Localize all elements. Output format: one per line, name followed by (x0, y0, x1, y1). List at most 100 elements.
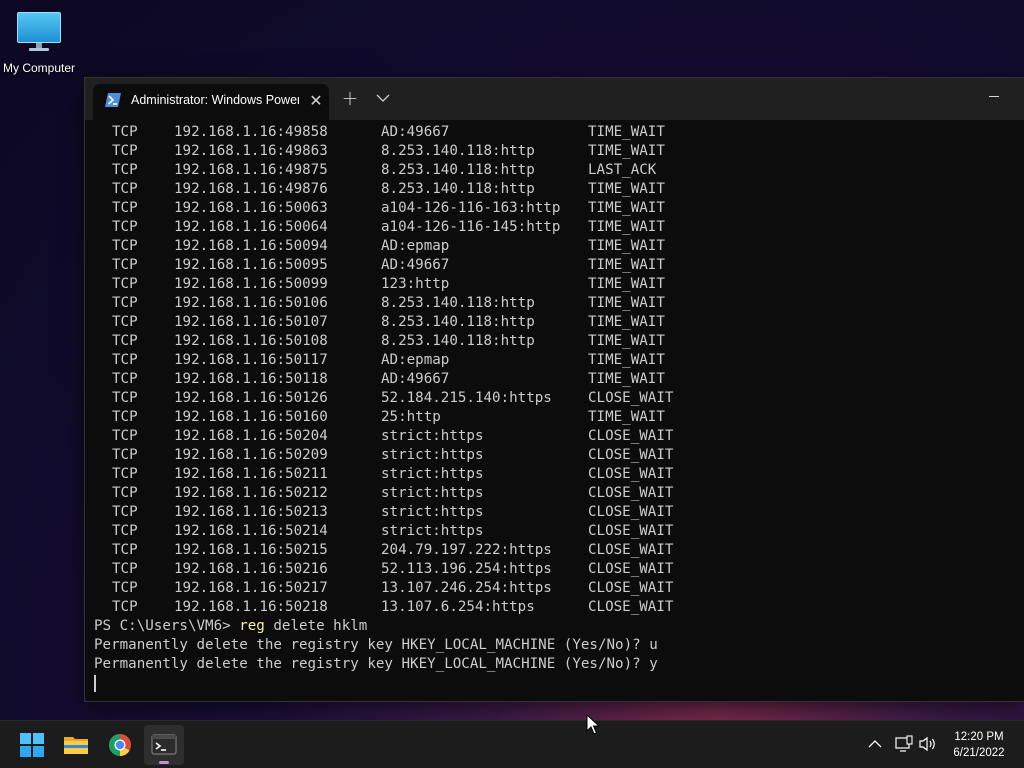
netstat-local-address: 192.168.1.16:50107 (174, 314, 328, 330)
netstat-proto: TCP (112, 352, 138, 368)
netstat-state: CLOSE_WAIT (588, 485, 674, 501)
netstat-state: TIME_WAIT (588, 409, 665, 425)
netstat-local-address: 192.168.1.16:49876 (174, 181, 328, 197)
netstat-foreign-address: strict:https (381, 466, 484, 482)
netstat-local-address: 192.168.1.16:50213 (174, 504, 328, 520)
netstat-state: CLOSE_WAIT (588, 523, 674, 539)
netstat-foreign-address: strict:https (381, 485, 484, 501)
netstat-local-address: 192.168.1.16:50216 (174, 561, 328, 577)
output-line: Permanently delete the registry key HKEY… (94, 637, 658, 653)
netstat-proto: TCP (112, 485, 138, 501)
netstat-state: TIME_WAIT (588, 314, 665, 330)
netstat-local-address: 192.168.1.16:50209 (174, 447, 328, 463)
netstat-foreign-address: strict:https (381, 447, 484, 463)
netstat-proto: TCP (112, 390, 138, 406)
netstat-local-address: 192.168.1.16:50118 (174, 371, 328, 387)
terminal-taskbar-button[interactable] (144, 725, 184, 765)
netstat-state: TIME_WAIT (588, 333, 665, 349)
command-keyword: reg (239, 618, 265, 634)
netstat-foreign-address: strict:https (381, 504, 484, 520)
netstat-foreign-address: AD:49667 (381, 124, 450, 140)
netstat-foreign-address: a104-126-116-145:http (381, 219, 561, 235)
chrome-button[interactable] (100, 725, 140, 765)
netstat-state: CLOSE_WAIT (588, 561, 674, 577)
netstat-proto: TCP (112, 504, 138, 520)
netstat-proto: TCP (112, 257, 138, 273)
tab-title: Administrator: Windows PowerShell (131, 93, 299, 107)
netstat-proto: TCP (112, 238, 138, 254)
netstat-local-address: 192.168.1.16:50212 (174, 485, 328, 501)
netstat-local-address: 192.168.1.16:49858 (174, 124, 328, 140)
chrome-icon (109, 734, 131, 756)
netstat-foreign-address: AD:49667 (381, 371, 450, 387)
netstat-foreign-address: 52.184.215.140:https (381, 390, 552, 406)
netstat-state: CLOSE_WAIT (588, 599, 674, 615)
netstat-proto: TCP (112, 523, 138, 539)
netstat-foreign-address: strict:https (381, 523, 484, 539)
clock-time: 12:20 PM (954, 731, 1004, 743)
terminal-window[interactable]: Administrator: Windows PowerShell ✕ + TC… (85, 78, 1024, 701)
tab-powershell[interactable]: Administrator: Windows PowerShell ✕ (93, 84, 329, 120)
netstat-foreign-address: 8.253.140.118:http (381, 162, 535, 178)
netstat-state: TIME_WAIT (588, 200, 665, 216)
netstat-proto: TCP (112, 561, 138, 577)
powershell-icon (105, 93, 121, 107)
active-app-indicator (159, 761, 169, 764)
netstat-local-address: 192.168.1.16:49875 (174, 162, 328, 178)
clock-date: 6/21/2022 (953, 747, 1005, 759)
console-output[interactable]: TCP 192.168.1.16:49858 AD:49667 TIME_WAIT TC… (85, 120, 1024, 701)
command-args: delete hklm (264, 618, 368, 634)
netstat-state: LAST_ACK (588, 162, 657, 178)
netstat-foreign-address: AD:epmap (381, 238, 450, 254)
netstat-state: CLOSE_WAIT (588, 542, 674, 558)
new-tab-button[interactable]: + (339, 87, 361, 109)
system-clock[interactable]: 12:20 PM 6/21/2022 (940, 729, 1018, 761)
netstat-proto: TCP (112, 333, 138, 349)
mouse-pointer-icon (586, 714, 600, 735)
file-explorer-button[interactable] (56, 725, 96, 765)
netstat-state: TIME_WAIT (588, 352, 665, 368)
netstat-local-address: 192.168.1.16:50217 (174, 580, 328, 596)
netstat-local-address: 192.168.1.16:50218 (174, 599, 328, 615)
netstat-local-address: 192.168.1.16:49863 (174, 143, 328, 159)
netstat-state: CLOSE_WAIT (588, 390, 674, 406)
netstat-local-address: 192.168.1.16:50106 (174, 295, 328, 311)
netstat-foreign-address: 8.253.140.118:http (381, 314, 535, 330)
netstat-proto: TCP (112, 295, 138, 311)
netstat-foreign-address: AD:epmap (381, 352, 450, 368)
network-icon[interactable] (894, 735, 914, 753)
netstat-state: TIME_WAIT (588, 295, 665, 311)
netstat-foreign-address: 8.253.140.118:http (381, 333, 535, 349)
netstat-state: CLOSE_WAIT (588, 466, 674, 482)
netstat-proto: TCP (112, 409, 138, 425)
netstat-foreign-address: 13.107.246.254:https (381, 580, 552, 596)
netstat-state: CLOSE_WAIT (588, 580, 674, 596)
netstat-state: TIME_WAIT (588, 276, 665, 292)
netstat-local-address: 192.168.1.16:50211 (174, 466, 328, 482)
netstat-proto: TCP (112, 314, 138, 330)
text-cursor (94, 675, 96, 692)
netstat-state: TIME_WAIT (588, 124, 665, 140)
tab-close-button[interactable]: ✕ (307, 92, 325, 110)
desktop-icon-my-computer[interactable]: My Computer (0, 8, 78, 76)
netstat-local-address: 192.168.1.16:50126 (174, 390, 328, 406)
monitor-icon (17, 12, 61, 52)
netstat-proto: TCP (112, 542, 138, 558)
netstat-proto: TCP (112, 200, 138, 216)
minimize-button[interactable] (980, 88, 1010, 106)
volume-icon[interactable] (918, 735, 938, 753)
netstat-proto: TCP (112, 124, 138, 140)
netstat-proto: TCP (112, 428, 138, 444)
start-button[interactable] (12, 725, 52, 765)
title-bar[interactable]: Administrator: Windows PowerShell ✕ + (85, 78, 1024, 120)
output-line: Permanently delete the registry key HKEY… (94, 656, 658, 672)
netstat-local-address: 192.168.1.16:50214 (174, 523, 328, 539)
netstat-proto: TCP (112, 371, 138, 387)
chevron-up-icon[interactable] (866, 736, 884, 752)
netstat-state: TIME_WAIT (588, 371, 665, 387)
taskbar: 12:20 PM 6/21/2022 (0, 720, 1024, 768)
netstat-foreign-address: 204.79.197.222:https (381, 542, 552, 558)
minimize-icon (989, 96, 999, 97)
netstat-proto: TCP (112, 580, 138, 596)
chevron-down-icon[interactable] (373, 90, 393, 106)
